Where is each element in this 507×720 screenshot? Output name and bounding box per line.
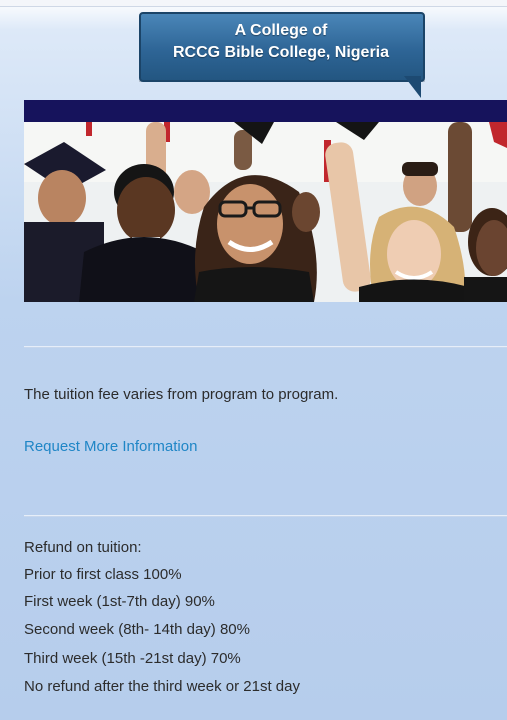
- refund-item: Second week (8th- 14th day) 80%: [24, 621, 250, 638]
- refund-item: Third week (15th -21st day) 70%: [24, 650, 241, 667]
- top-border: [0, 0, 507, 7]
- graduates-illustration: [24, 122, 507, 302]
- divider-bottom: [24, 515, 507, 517]
- request-info-link[interactable]: Request More Information: [24, 437, 197, 457]
- banner-line-2: RCCG Bible College, Nigeria: [172, 44, 390, 61]
- banner-text: A College of RCCG Bible College, Nigeria: [141, 20, 421, 64]
- refund-item: First week (1st-7th day) 90%: [24, 593, 215, 610]
- tuition-text: The tuition fee varies from program to p…: [24, 386, 339, 403]
- refund-title: Refund on tuition:: [24, 539, 142, 556]
- banner-line-1: A College of: [234, 22, 328, 39]
- navigation-bar[interactable]: [24, 100, 507, 122]
- hero-image: [24, 122, 507, 302]
- refund-item: Prior to first class 100%: [24, 566, 182, 583]
- divider-top: [24, 346, 507, 348]
- refund-item: No refund after the third week or 21st d…: [24, 678, 300, 695]
